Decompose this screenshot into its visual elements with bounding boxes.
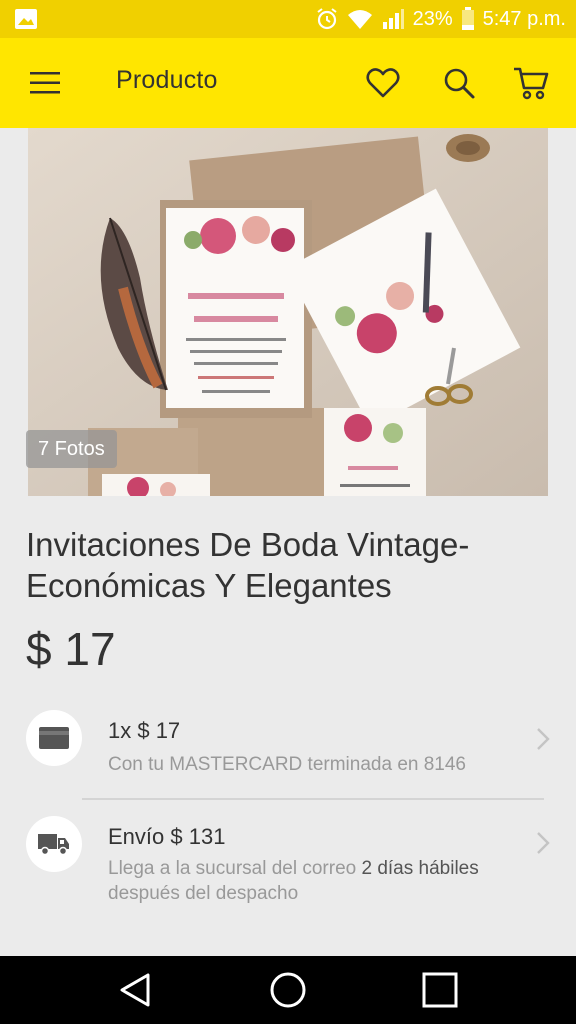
alarm-icon [316,8,337,30]
photo-count-badge[interactable]: 7 Fotos [26,430,117,468]
navigation-bar [0,956,576,1024]
app-bar: Producto [0,38,576,128]
battery-percentage: 23% [412,7,453,30]
shipping-option-row[interactable]: Envío $ 131 Llega a la sucursal del corr… [0,806,576,916]
shipping-cost-text: Envío $ 131 [108,824,226,849]
home-icon[interactable] [268,970,308,1010]
menu-icon[interactable] [28,69,62,97]
battery-icon [461,7,474,30]
payment-icon-circle [26,710,82,766]
payment-option-row[interactable]: 1x $ 17 Con tu MASTERCARD terminada en 8… [0,700,576,796]
clock: 5:47 p.m. [482,7,566,30]
status-bar: 23% 5:47 p.m. [0,0,576,38]
recent-apps-icon[interactable] [420,970,460,1010]
image-notification-icon [15,9,37,29]
chevron-right-icon [537,728,550,750]
heart-icon[interactable] [364,64,402,102]
divider [82,798,544,800]
installments-text: 1x $ 17 [108,718,181,743]
credit-card-icon [39,727,69,749]
wifi-icon [347,10,372,29]
signal-icon [382,9,404,29]
shipping-icon-circle [26,816,82,872]
product-info: Invitaciones De Boda Vintage- Económicas… [0,496,576,956]
back-icon[interactable] [116,970,156,1010]
delivery-time-text: Llega a la sucursal del correo 2 días há… [108,858,479,904]
search-icon[interactable] [440,64,478,102]
product-title: Invitaciones De Boda Vintage- Económicas… [26,526,470,604]
cart-icon[interactable] [512,64,550,102]
card-info-text: Con tu MASTERCARD terminada en 8146 [108,754,466,775]
chevron-right-icon [537,832,550,854]
product-price: $ 17 [26,623,116,675]
truck-icon [38,834,69,856]
page-title: Producto [116,66,218,94]
